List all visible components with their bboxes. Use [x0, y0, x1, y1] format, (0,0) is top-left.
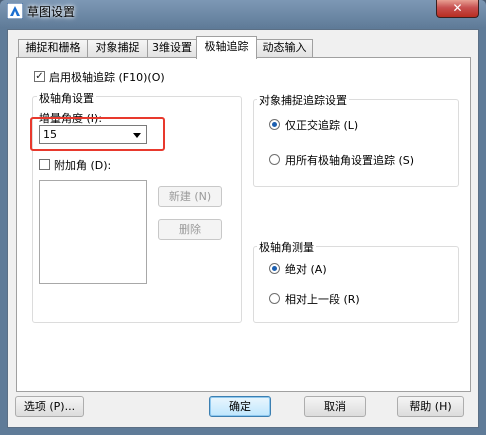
checkmark-icon: ✓ — [35, 71, 44, 82]
options-button[interactable]: 选项 (P)... — [15, 396, 84, 417]
polar-angle-group-title: 极轴角设置 — [37, 90, 96, 106]
radio-selected-dot — [272, 266, 277, 271]
tab-object-snap[interactable]: 对象捕捉 — [87, 39, 148, 57]
enable-polar-checkbox[interactable]: ✓ — [34, 71, 45, 82]
tab-dynamic-input[interactable]: 动态输入 — [256, 39, 313, 57]
ok-button[interactable]: 确定 — [209, 396, 271, 417]
highlight-annotation — [30, 117, 165, 151]
absolute-radio[interactable] — [269, 263, 280, 274]
window-title: 草图设置 — [27, 5, 76, 19]
additional-angle-label: 附加角 (D): — [54, 159, 112, 172]
new-angle-button[interactable]: 新建 (N) — [158, 186, 222, 207]
measurement-group-title: 极轴角测量 — [257, 239, 316, 255]
help-button[interactable]: 帮助 (H) — [397, 396, 464, 417]
tab-3d-settings[interactable]: 3维设置 — [147, 39, 197, 57]
radio-selected-dot — [272, 122, 277, 127]
title-bar[interactable]: 草图设置 ✕ — [0, 0, 486, 22]
measurement-group — [253, 246, 459, 323]
orthogonal-only-radio[interactable] — [269, 119, 280, 130]
close-icon: ✕ — [452, 1, 463, 15]
orthogonal-only-label: 仅正交追踪 (L) — [285, 119, 359, 132]
tab-snap-grid[interactable]: 捕捉和栅格 — [18, 39, 88, 57]
relative-last-segment-label: 相对上一段 (R) — [285, 293, 360, 306]
delete-angle-button[interactable]: 删除 — [158, 219, 222, 240]
tab-polar-tracking[interactable]: 极轴追踪 — [196, 36, 257, 59]
additional-angle-list[interactable] — [39, 180, 147, 284]
polar-tracking-panel: ✓ 启用极轴追踪 (F10)(O) 极轴角设置 增量角度 (I): 15 附加角… — [16, 57, 471, 392]
additional-angle-checkbox[interactable] — [39, 159, 50, 170]
cancel-button[interactable]: 取消 — [304, 396, 366, 417]
dialog-client: 捕捉和栅格 对象捕捉 3维设置 极轴追踪 动态输入 ✓ 启用极轴追踪 (F10)… — [7, 29, 479, 428]
close-button[interactable]: ✕ — [436, 0, 479, 18]
enable-polar-label: 启用极轴追踪 (F10)(O) — [49, 71, 165, 84]
all-polar-angles-radio[interactable] — [269, 154, 280, 165]
snap-tracking-group — [253, 99, 459, 187]
drafting-settings-window: 草图设置 ✕ 捕捉和栅格 对象捕捉 3维设置 极轴追踪 动态输入 ✓ 启用极轴追… — [0, 0, 486, 435]
all-polar-angles-label: 用所有极轴角设置追踪 (S) — [285, 154, 415, 167]
snap-tracking-group-title: 对象捕捉追踪设置 — [257, 92, 349, 108]
app-logo-icon — [7, 3, 23, 19]
absolute-label: 绝对 (A) — [285, 263, 327, 276]
relative-last-segment-radio[interactable] — [269, 293, 280, 304]
